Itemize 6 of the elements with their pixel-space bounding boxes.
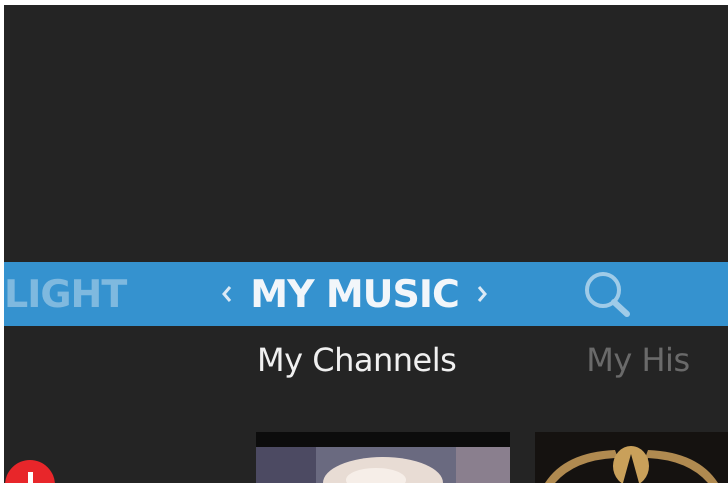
section-tab[interactable]: LIGHT bbox=[4, 275, 126, 313]
tab[interactable]: My Channels bbox=[257, 342, 456, 379]
chevron-right-icon[interactable] bbox=[476, 286, 487, 302]
section-tab[interactable]: MY MUSIC bbox=[250, 275, 459, 313]
chevron-left-icon[interactable] bbox=[222, 286, 232, 302]
tab[interactable]: My His bbox=[586, 342, 690, 379]
